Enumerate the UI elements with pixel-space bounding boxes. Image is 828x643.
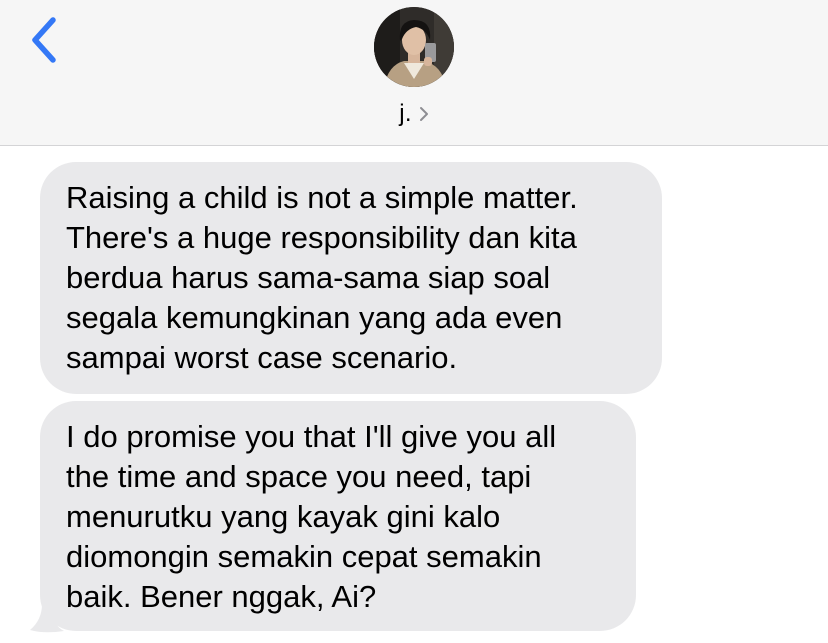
chevron-left-icon (22, 14, 72, 66)
message-thread-screen: j. Raising a child is not a simple matte… (0, 0, 828, 643)
incoming-message-bubble[interactable]: I do promise you that I'll give you all … (40, 401, 636, 631)
back-button[interactable] (22, 14, 72, 66)
bubble-tail (24, 586, 64, 639)
contact-name: j. (399, 100, 412, 127)
incoming-message-bubble[interactable]: Raising a child is not a simple matter. … (40, 162, 662, 394)
contact-avatar[interactable] (374, 7, 454, 87)
chevron-right-icon (419, 106, 429, 122)
contact-name-button[interactable]: j. (344, 96, 484, 132)
conversation-header: j. (0, 0, 828, 146)
